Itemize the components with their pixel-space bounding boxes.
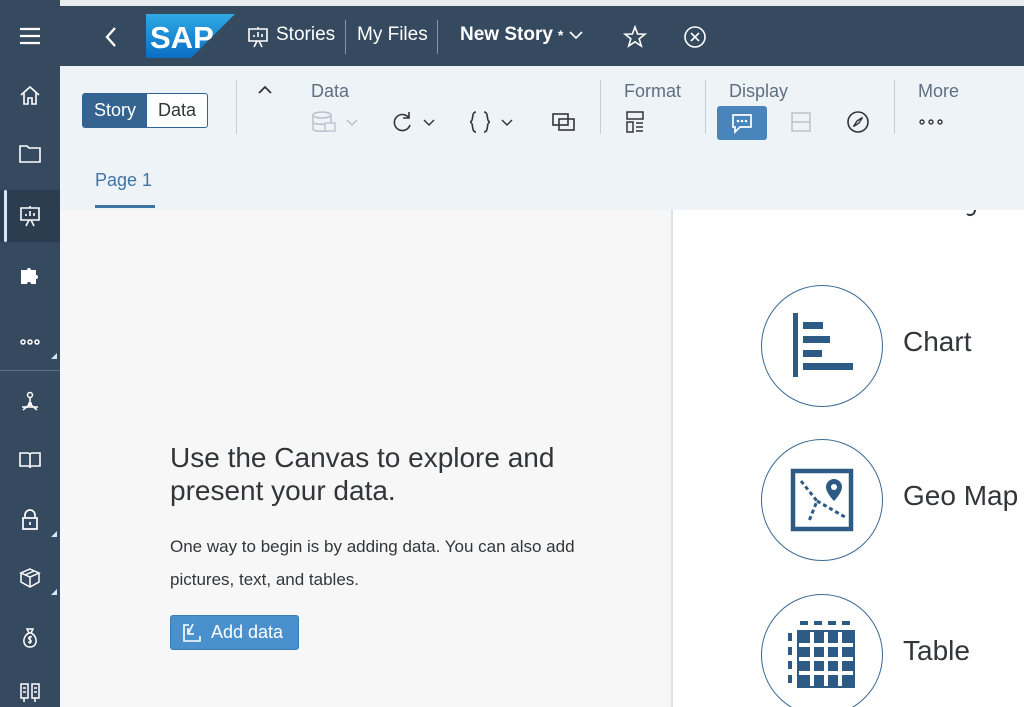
more-icon xyxy=(919,119,943,125)
nav-more[interactable] xyxy=(0,322,60,362)
nav-compare[interactable] xyxy=(0,672,60,707)
chart-icon xyxy=(793,313,853,377)
database-icon xyxy=(312,111,358,132)
close-story-button[interactable] xyxy=(677,18,713,56)
breadcrumb-separator xyxy=(437,20,438,54)
table-icon xyxy=(788,621,855,688)
breadcrumb-separator xyxy=(345,20,346,54)
shell-bar: SAP Stories My Files New Story * xyxy=(60,0,1024,66)
refresh-button[interactable] xyxy=(389,106,439,138)
story-canvas[interactable]: Use the Canvas to explore and present yo… xyxy=(60,210,671,707)
hamburger-icon xyxy=(20,27,40,45)
favorite-button[interactable] xyxy=(617,18,653,56)
nav-deployment[interactable] xyxy=(0,558,60,598)
data-source-button[interactable] xyxy=(309,106,363,138)
insert-chart-label[interactable]: Chart xyxy=(903,326,971,358)
network-icon xyxy=(22,391,38,411)
close-circle-icon xyxy=(684,26,706,48)
linked-frames-icon xyxy=(552,113,575,131)
geo-map-icon xyxy=(790,468,854,532)
chevron-left-icon xyxy=(105,27,116,47)
expand-marker xyxy=(51,531,57,537)
expand-marker xyxy=(51,589,57,595)
money-bag-icon xyxy=(23,628,37,648)
insert-geo-map-button[interactable] xyxy=(761,439,883,561)
insert-chart-button[interactable] xyxy=(761,285,883,407)
nav-home[interactable] xyxy=(0,76,60,116)
nav-analytic-applications[interactable] xyxy=(0,256,60,296)
more-icon xyxy=(20,339,40,345)
story-view-button[interactable]: Story xyxy=(83,94,148,127)
expand-marker xyxy=(51,353,57,359)
lock-icon xyxy=(22,509,38,530)
display-group-label: Display xyxy=(729,81,789,101)
explore-button[interactable] xyxy=(843,106,873,138)
folder-icon xyxy=(19,145,41,163)
compass-icon xyxy=(847,111,869,133)
nav-planning[interactable] xyxy=(0,618,60,658)
story-toolbar: Story Data Data Format Display More Page… xyxy=(60,66,1024,210)
stories-icon xyxy=(248,27,268,48)
box-icon xyxy=(19,568,41,588)
story-title: New Story xyxy=(460,24,553,45)
story-data-toggle: Story Data xyxy=(82,93,209,128)
layout-icon xyxy=(791,112,811,132)
side-navigation xyxy=(0,0,60,707)
clipped-glyph xyxy=(966,210,976,216)
insert-table-button[interactable] xyxy=(761,594,883,707)
columns-icon xyxy=(20,683,40,702)
back-button[interactable] xyxy=(96,18,126,56)
curly-braces-icon xyxy=(469,111,513,133)
nav-stories[interactable] xyxy=(0,190,60,242)
format-group-label: Format xyxy=(624,81,682,101)
grid-toggle-button[interactable] xyxy=(786,106,816,138)
svg-text:SAP: SAP xyxy=(150,20,214,55)
formula-button[interactable] xyxy=(468,106,518,138)
sap-logo: SAP xyxy=(146,14,235,58)
book-icon xyxy=(19,452,41,469)
add-data-button[interactable]: Add data xyxy=(170,615,299,650)
linked-analysis-button[interactable] xyxy=(548,106,580,138)
insert-geo-map-label[interactable]: Geo Map xyxy=(903,480,1018,512)
more-options-button[interactable] xyxy=(916,106,946,138)
active-tab-indicator xyxy=(95,205,155,208)
data-view-button[interactable]: Data xyxy=(147,94,207,127)
nav-security[interactable] xyxy=(0,500,60,540)
chevron-down-icon xyxy=(569,31,583,40)
chevron-up-icon xyxy=(258,85,272,94)
nav-files[interactable] xyxy=(0,134,60,174)
comment-icon xyxy=(732,114,752,134)
insert-panel: Chart Geo Map Table xyxy=(673,210,1024,707)
breadcrumb-stories[interactable]: Stories xyxy=(276,24,335,46)
tab-page-1[interactable]: Page 1 xyxy=(95,170,152,191)
star-icon xyxy=(623,25,647,48)
insert-table-label[interactable]: Table xyxy=(903,635,970,667)
styling-button[interactable] xyxy=(620,106,650,138)
data-group-label: Data xyxy=(311,81,350,101)
home-icon xyxy=(20,85,40,105)
comments-toggle-button[interactable] xyxy=(717,106,767,140)
stories-shortcut[interactable] xyxy=(240,18,276,56)
toolbar-divider xyxy=(705,80,706,134)
toolbar-divider xyxy=(600,80,601,134)
story-title-menu[interactable]: New Story * xyxy=(460,24,584,46)
canvas-description: One way to begin is by adding data. You … xyxy=(170,537,575,589)
menu-button[interactable] xyxy=(0,16,60,56)
more-group-label: More xyxy=(918,81,960,101)
stories-icon xyxy=(20,206,40,227)
refresh-icon xyxy=(393,112,435,132)
sidebar-divider xyxy=(0,370,60,371)
puzzle-icon xyxy=(21,268,38,284)
collapse-toolbar-button[interactable] xyxy=(252,78,278,102)
add-data-label: Add data xyxy=(211,622,284,642)
toolbar-divider xyxy=(236,80,237,134)
nav-modeler[interactable] xyxy=(0,382,60,422)
canvas-title: Use the Canvas to explore and present yo… xyxy=(170,442,555,506)
nav-learning[interactable] xyxy=(0,440,60,480)
import-icon xyxy=(183,623,201,642)
breadcrumb-my-files[interactable]: My Files xyxy=(357,24,428,46)
unsaved-marker: * xyxy=(557,27,564,43)
toolbar-divider xyxy=(894,80,895,134)
format-panel-icon xyxy=(626,111,644,133)
